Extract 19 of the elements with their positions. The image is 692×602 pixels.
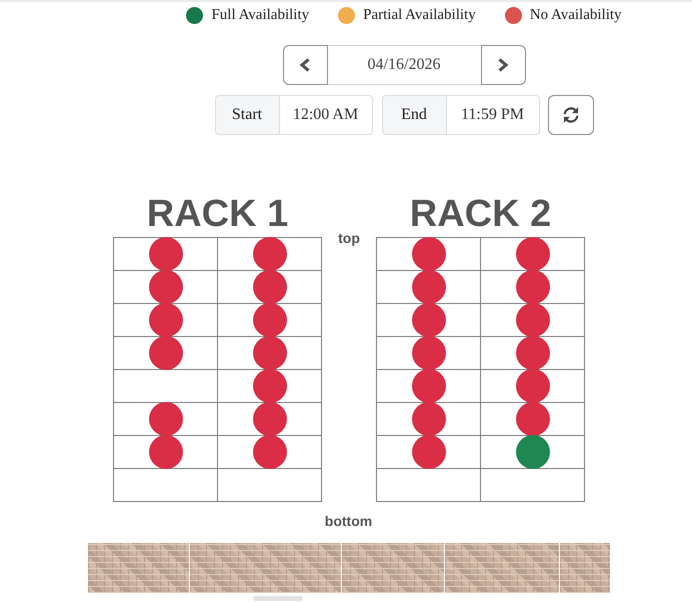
time-label: End [382, 95, 446, 135]
top-label: top [338, 230, 360, 246]
legend-label: Full Availability [211, 6, 310, 25]
rack-title: RACK 1 [146, 194, 288, 234]
time-field[interactable]: 12:00 AM [280, 95, 372, 135]
chevron-right-icon [497, 58, 509, 72]
bottom-label: bottom [324, 513, 372, 529]
previous-day-button[interactable] [282, 45, 328, 85]
rack-title: RACK 2 [410, 194, 552, 234]
refresh-button[interactable] [548, 95, 594, 135]
legend-label: No Availability [530, 6, 622, 25]
next-day-button[interactable] [480, 45, 526, 85]
date-field[interactable]: 04/16/2026 [328, 45, 480, 85]
scrollbar-thumb[interactable] [253, 596, 303, 601]
legend-label: Partial Availability [363, 6, 476, 25]
refresh-icon [560, 105, 580, 125]
chevron-left-icon [299, 58, 311, 72]
time-label: Start [214, 95, 280, 135]
time-field[interactable]: 11:59 PM [446, 95, 540, 135]
